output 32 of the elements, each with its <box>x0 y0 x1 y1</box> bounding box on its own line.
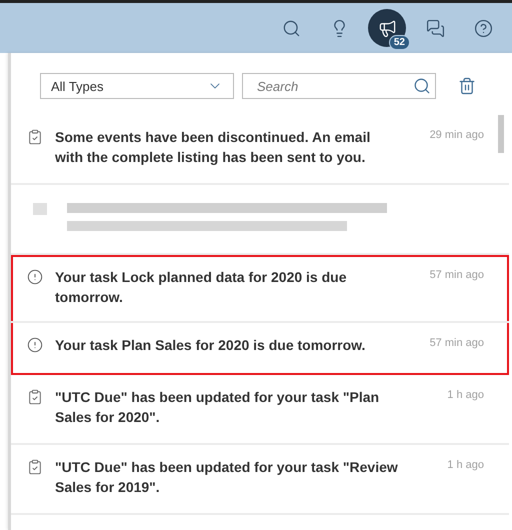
notification-item[interactable]: "UTC Due" has been updated for your task "Plan Sales for 2020". 1 h ago <box>11 375 509 445</box>
warning-icon <box>27 337 43 353</box>
notification-time: 1 h ago <box>446 389 484 401</box>
scrollbar[interactable] <box>498 115 504 153</box>
notification-text: Your task Plan Sales for 2020 is due tomorrow. <box>55 336 366 355</box>
notification-text: Some events have been discontinued. An email with the complete listing has been sent to you. <box>55 128 372 167</box>
megaphone-icon <box>378 18 396 38</box>
search-icon <box>282 18 300 38</box>
clipboard-check-icon <box>27 389 43 405</box>
warning-icon <box>27 269 43 285</box>
select-value: All Types <box>51 78 104 94</box>
notification-item[interactable]: Some events have been discontinued. An email with the complete listing has been sent to you. 29 min ago <box>11 115 509 185</box>
chat-bubbles-icon <box>426 18 444 38</box>
search-field[interactable]: Search <box>242 73 436 99</box>
clipboard-check-icon <box>27 129 43 145</box>
notification-item[interactable]: Your task Lock planned data for 2020 is due tomorrow. 57 min ago <box>11 255 509 323</box>
notification-time: 57 min ago <box>428 269 484 281</box>
delete-button[interactable] <box>458 77 476 95</box>
search-icon <box>413 77 431 95</box>
type-select[interactable]: All Types <box>40 73 234 99</box>
notification-text: "UTC Due" has been updated for your task "Plan Sales for 2020". <box>55 388 380 427</box>
help-icon <box>474 18 492 38</box>
notification-item[interactable]: Your task Plan Sales for 2020 is due tomorrow. 57 min ago <box>11 323 509 375</box>
notification-time: 1 h ago <box>446 459 484 471</box>
clipboard-check-icon <box>27 459 43 475</box>
trash-icon <box>458 77 476 95</box>
notification-time: 57 min ago <box>428 337 484 349</box>
notification-text: "UTC Due" has been updated for your task "Review Sales for 2019". <box>55 458 399 497</box>
count-badge: 52 <box>388 35 410 50</box>
notification-item[interactable]: "UTC Due" has been updated for your task "Review Sales for 2019". 1 h ago <box>11 445 509 515</box>
notification-time: 29 min ago <box>428 129 484 141</box>
notification-text: Your task Lock planned data for 2020 is due tomorrow. <box>55 268 348 307</box>
